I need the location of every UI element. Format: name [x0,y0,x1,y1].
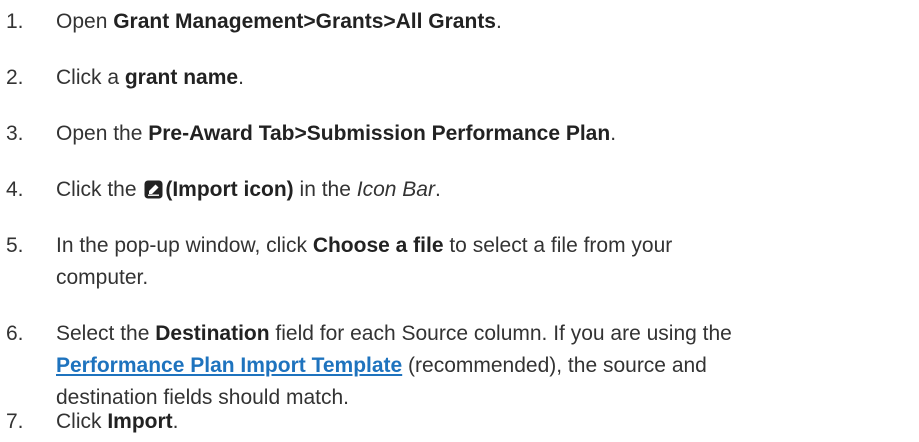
step-text: Click a grant name. [56,62,909,94]
step-5-pre: In the pop-up window, click [56,234,313,257]
step-number: 3. [6,122,24,145]
step-4-mid: in the [293,178,357,201]
step-2-post: . [238,66,244,89]
step-4-post: . [434,178,441,201]
step-7-pre: Click [56,410,108,433]
instruction-steps: 1. Open Grant Management>Grants>All Gran… [0,0,919,442]
step-text: Select the Destination field for each So… [56,318,909,414]
step-text: Click the (Import icon) in the Icon Bar. [56,174,909,206]
step-1-path: Grant Management>Grants>All Grants [113,10,496,33]
step-number: 7. [6,410,24,433]
step-4-icon-label: (Import icon) [165,178,294,201]
step-4-icon-bar: Icon Bar [356,178,435,201]
step-3-post: . [610,122,617,145]
step-text: Click Import. [56,406,909,438]
step-number: 4. [6,178,24,201]
import-icon [144,180,163,199]
performance-plan-template-link[interactable]: Performance Plan Import Template [56,354,402,377]
step-7-post: . [172,410,179,433]
step-7-import: Import [107,410,173,433]
step-number: 6. [6,322,24,345]
step-text: Open Grant Management>Grants>All Grants. [56,6,909,38]
step-5-post: to select a file from your [443,234,673,257]
step-3-pre: Open the [56,122,149,145]
step-6-destination: Destination [155,322,270,345]
step-number: 5. [6,234,24,257]
step-4-pre: Click the [56,178,143,201]
step-1-pre: Open [56,10,114,33]
step-4: 4. Click the (Import icon) in the Icon B… [6,174,909,206]
step-7: 7. Click Import. [6,406,909,438]
step-6-post: field for each Source column. If you are… [269,322,732,345]
step-text: Open the Pre-Award Tab>Submission Perfor… [56,118,909,150]
step-5-line2: computer. [56,266,149,289]
step-6: 6. Select the Destination field for each… [6,318,909,414]
step-text: In the pop-up window, click Choose a fil… [56,230,909,294]
step-1-post: . [496,10,502,33]
step-5: 5. In the pop-up window, click Choose a … [6,230,909,294]
step-6-post2: (recommended), the source and [402,354,707,377]
step-2: 2. Click a grant name. [6,62,909,94]
step-3: 3. Open the Pre-Award Tab>Submission Per… [6,118,909,150]
step-3-path: Pre-Award Tab>Submission Performance Pla… [148,122,611,145]
step-5-choose-file: Choose a file [312,234,444,257]
step-6-pre: Select the [56,322,156,345]
step-number: 1. [6,10,24,33]
step-2-pre: Click a [56,66,125,89]
step-number: 2. [6,66,24,89]
step-1: 1. Open Grant Management>Grants>All Gran… [6,6,909,38]
step-2-target: grant name [124,66,239,89]
